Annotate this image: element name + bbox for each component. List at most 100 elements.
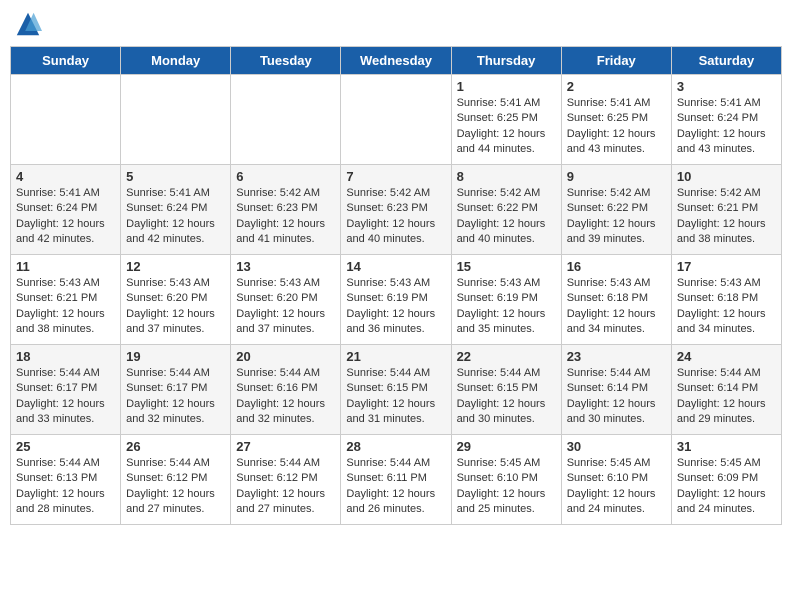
calendar-cell: 18Sunrise: 5:44 AM Sunset: 6:17 PM Dayli… — [11, 345, 121, 435]
day-number: 31 — [677, 439, 776, 454]
day-number: 24 — [677, 349, 776, 364]
day-info: Sunrise: 5:42 AM Sunset: 6:22 PM Dayligh… — [567, 186, 666, 248]
calendar-cell: 2 Sunrise: 5:41 AM Sunset: 6:25 PM Daylig… — [561, 75, 671, 165]
calendar-cell: 26Sunrise: 5:44 AM Sunset: 6:12 PM Dayli… — [121, 435, 231, 525]
day-header-tuesday: Tuesday — [231, 47, 341, 75]
day-number: 22 — [457, 349, 556, 364]
day-info: Sunrise: 5:42 AM Sunset: 6:22 PM Dayligh… — [457, 186, 556, 248]
day-number: 28 — [346, 439, 445, 454]
day-info: Sunrise: 5:44 AM Sunset: 6:15 PM Dayligh… — [346, 366, 445, 428]
calendar-cell: 12 Sunrise: 5:43 AM Sunset: 6:20 PM Dayli… — [121, 255, 231, 345]
day-number: 15 — [457, 259, 556, 274]
day-number: 29 — [457, 439, 556, 454]
day-number: 8 — [457, 169, 556, 184]
calendar-cell: 16Sunrise: 5:43 AM Sunset: 6:18 PM Dayli… — [561, 255, 671, 345]
day-number: 9 — [567, 169, 666, 184]
day-info: Sunrise: 5:43 AM Sunset: 6:19 PM Dayligh… — [346, 276, 445, 338]
calendar-cell: 13Sunrise: 5:43 AM Sunset: 6:20 PM Dayli… — [231, 255, 341, 345]
day-number: 25 — [16, 439, 115, 454]
calendar-cell: 23Sunrise: 5:44 AM Sunset: 6:14 PM Dayli… — [561, 345, 671, 435]
day-info: Sunrise: 5:44 AM Sunset: 6:12 PM Dayligh… — [126, 456, 225, 518]
calendar-cell: 22 Sunrise: 5:44 AM Sunset: 6:15 PM Dayli… — [451, 345, 561, 435]
calendar-cell: 17 Sunrise: 5:43 AM Sunset: 6:18 PM Dayli… — [671, 255, 781, 345]
day-number: 21 — [346, 349, 445, 364]
day-info: Sunrise: 5:41 AM Sunset: 6:24 PM Dayligh… — [677, 96, 776, 158]
calendar-week-row: 25 Sunrise: 5:44 AM Sunset: 6:13 PM Dayli… — [11, 435, 782, 525]
day-info: Sunrise: 5:41 AM Sunset: 6:24 PM Dayligh… — [16, 186, 115, 248]
day-number: 17 — [677, 259, 776, 274]
day-info: Sunrise: 5:45 AM Sunset: 6:10 PM Dayligh… — [457, 456, 556, 518]
calendar-cell: 27 Sunrise: 5:44 AM Sunset: 6:12 PM Dayli… — [231, 435, 341, 525]
day-number: 27 — [236, 439, 335, 454]
day-number: 16 — [567, 259, 666, 274]
calendar-cell: 20 Sunrise: 5:44 AM Sunset: 6:16 PM Dayli… — [231, 345, 341, 435]
day-info: Sunrise: 5:44 AM Sunset: 6:17 PM Dayligh… — [126, 366, 225, 428]
calendar-cell: 15Sunrise: 5:43 AM Sunset: 6:19 PM Dayli… — [451, 255, 561, 345]
calendar-cell: 5Sunrise: 5:41 AM Sunset: 6:24 PM Daylig… — [121, 165, 231, 255]
calendar-cell: 21 Sunrise: 5:44 AM Sunset: 6:15 PM Dayli… — [341, 345, 451, 435]
day-info: Sunrise: 5:42 AM Sunset: 6:23 PM Dayligh… — [236, 186, 335, 248]
day-info: Sunrise: 5:43 AM Sunset: 6:20 PM Dayligh… — [126, 276, 225, 338]
day-info: Sunrise: 5:41 AM Sunset: 6:24 PM Dayligh… — [126, 186, 225, 248]
day-number: 7 — [346, 169, 445, 184]
logo — [14, 10, 46, 38]
day-header-wednesday: Wednesday — [341, 47, 451, 75]
calendar-cell: 19 Sunrise: 5:44 AM Sunset: 6:17 PM Dayli… — [121, 345, 231, 435]
day-info: Sunrise: 5:44 AM Sunset: 6:14 PM Dayligh… — [677, 366, 776, 428]
day-number: 20 — [236, 349, 335, 364]
day-info: Sunrise: 5:44 AM Sunset: 6:13 PM Dayligh… — [16, 456, 115, 518]
logo-icon — [14, 10, 42, 38]
calendar-cell: 29 Sunrise: 5:45 AM Sunset: 6:10 PM Dayli… — [451, 435, 561, 525]
calendar-cell: 9 Sunrise: 5:42 AM Sunset: 6:22 PM Daylig… — [561, 165, 671, 255]
page-header — [10, 10, 782, 38]
day-number: 4 — [16, 169, 115, 184]
calendar-cell: 1 Sunrise: 5:41 AM Sunset: 6:25 PM Daylig… — [451, 75, 561, 165]
day-number: 23 — [567, 349, 666, 364]
day-info: Sunrise: 5:42 AM Sunset: 6:21 PM Dayligh… — [677, 186, 776, 248]
calendar-cell: 30Sunrise: 5:45 AM Sunset: 6:10 PM Dayli… — [561, 435, 671, 525]
day-number: 11 — [16, 259, 115, 274]
calendar-week-row: 1 Sunrise: 5:41 AM Sunset: 6:25 PM Daylig… — [11, 75, 782, 165]
calendar-cell: 8 Sunrise: 5:42 AM Sunset: 6:22 PM Daylig… — [451, 165, 561, 255]
day-header-sunday: Sunday — [11, 47, 121, 75]
day-header-friday: Friday — [561, 47, 671, 75]
day-number: 14 — [346, 259, 445, 274]
day-info: Sunrise: 5:44 AM Sunset: 6:12 PM Dayligh… — [236, 456, 335, 518]
day-header-monday: Monday — [121, 47, 231, 75]
day-info: Sunrise: 5:43 AM Sunset: 6:21 PM Dayligh… — [16, 276, 115, 338]
calendar-cell: 7 Sunrise: 5:42 AM Sunset: 6:23 PM Daylig… — [341, 165, 451, 255]
calendar-cell: 14 Sunrise: 5:43 AM Sunset: 6:19 PM Dayli… — [341, 255, 451, 345]
day-number: 6 — [236, 169, 335, 184]
day-info: Sunrise: 5:41 AM Sunset: 6:25 PM Dayligh… — [457, 96, 556, 158]
day-number: 2 — [567, 79, 666, 94]
calendar-cell: 28Sunrise: 5:44 AM Sunset: 6:11 PM Dayli… — [341, 435, 451, 525]
calendar-cell: 24 Sunrise: 5:44 AM Sunset: 6:14 PM Dayli… — [671, 345, 781, 435]
calendar-week-row: 18Sunrise: 5:44 AM Sunset: 6:17 PM Dayli… — [11, 345, 782, 435]
calendar-cell: 31 Sunrise: 5:45 AM Sunset: 6:09 PM Dayli… — [671, 435, 781, 525]
day-info: Sunrise: 5:45 AM Sunset: 6:09 PM Dayligh… — [677, 456, 776, 518]
day-info: Sunrise: 5:42 AM Sunset: 6:23 PM Dayligh… — [346, 186, 445, 248]
calendar-cell — [341, 75, 451, 165]
calendar-cell: 10 Sunrise: 5:42 AM Sunset: 6:21 PM Dayli… — [671, 165, 781, 255]
day-number: 10 — [677, 169, 776, 184]
calendar-cell: 11 Sunrise: 5:43 AM Sunset: 6:21 PM Dayli… — [11, 255, 121, 345]
day-number: 3 — [677, 79, 776, 94]
day-header-saturday: Saturday — [671, 47, 781, 75]
day-number: 19 — [126, 349, 225, 364]
day-number: 30 — [567, 439, 666, 454]
day-info: Sunrise: 5:44 AM Sunset: 6:15 PM Dayligh… — [457, 366, 556, 428]
calendar-cell — [11, 75, 121, 165]
day-info: Sunrise: 5:43 AM Sunset: 6:18 PM Dayligh… — [677, 276, 776, 338]
day-info: Sunrise: 5:43 AM Sunset: 6:20 PM Dayligh… — [236, 276, 335, 338]
calendar-cell — [231, 75, 341, 165]
day-info: Sunrise: 5:44 AM Sunset: 6:16 PM Dayligh… — [236, 366, 335, 428]
calendar-cell: 3 Sunrise: 5:41 AM Sunset: 6:24 PM Daylig… — [671, 75, 781, 165]
day-number: 12 — [126, 259, 225, 274]
day-number: 1 — [457, 79, 556, 94]
calendar-header-row: SundayMondayTuesdayWednesdayThursdayFrid… — [11, 47, 782, 75]
calendar-week-row: 4 Sunrise: 5:41 AM Sunset: 6:24 PM Daylig… — [11, 165, 782, 255]
day-info: Sunrise: 5:41 AM Sunset: 6:25 PM Dayligh… — [567, 96, 666, 158]
calendar-table: SundayMondayTuesdayWednesdayThursdayFrid… — [10, 46, 782, 525]
calendar-cell: 6 Sunrise: 5:42 AM Sunset: 6:23 PM Daylig… — [231, 165, 341, 255]
calendar-week-row: 11 Sunrise: 5:43 AM Sunset: 6:21 PM Dayli… — [11, 255, 782, 345]
